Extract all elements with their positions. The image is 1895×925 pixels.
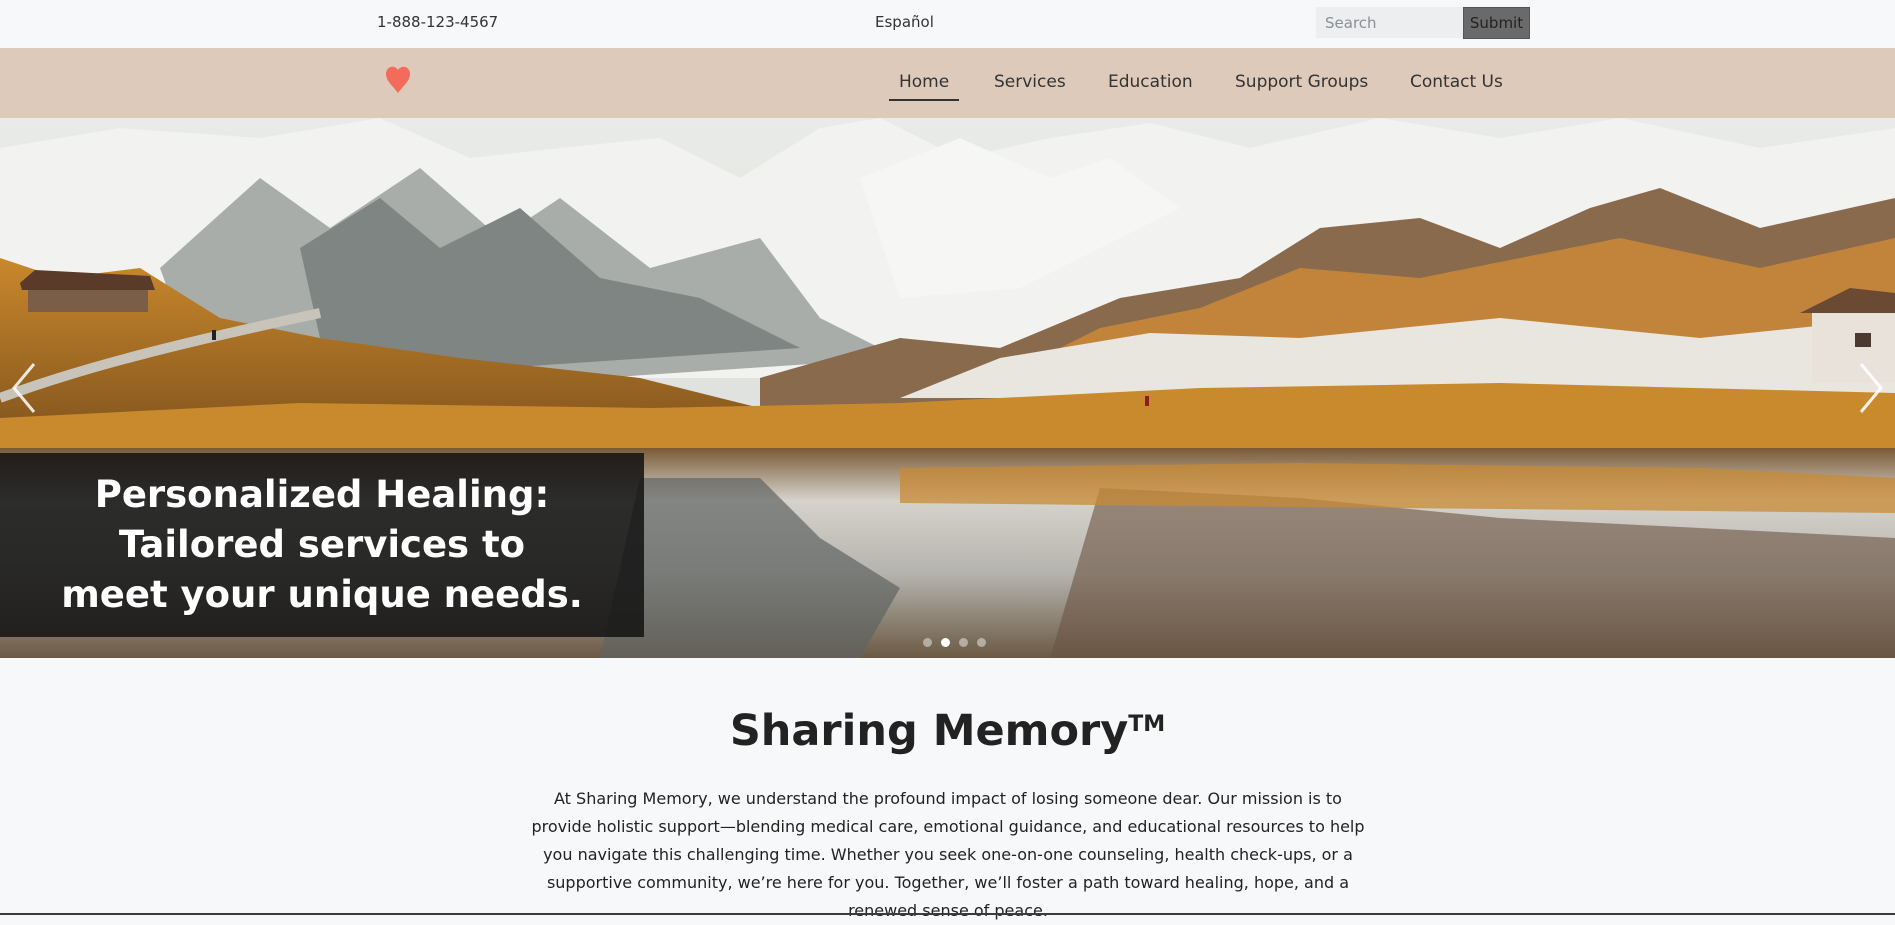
hero-caption: Personalized Healing: Tailored services … <box>0 453 644 637</box>
nav-item-contact-us[interactable]: Contact Us <box>1410 72 1503 92</box>
carousel-dot-active[interactable] <box>941 638 950 647</box>
hero-caption-text: Personalized Healing: Tailored services … <box>22 470 622 620</box>
chevron-left-icon[interactable] <box>8 358 42 418</box>
about-section: Sharing MemoryTM At Sharing Memory, we u… <box>0 658 1895 920</box>
heart-icon[interactable] <box>385 66 411 94</box>
about-title-text: Sharing Memory <box>729 706 1129 756</box>
nav-item-support-groups[interactable]: Support Groups <box>1235 72 1368 92</box>
hero-caption-line: Personalized Healing: <box>94 473 550 516</box>
carousel-dot[interactable] <box>977 638 986 647</box>
trademark-symbol: TM <box>1128 712 1166 737</box>
main-navbar: Home Services Education Support Groups C… <box>0 48 1895 118</box>
nav-item-services[interactable]: Services <box>994 72 1066 92</box>
hero-caption-line: meet your unique needs. <box>61 573 583 616</box>
hero-caption-line: Tailored services to <box>118 523 526 566</box>
carousel-dot[interactable] <box>923 638 932 647</box>
about-title: Sharing MemoryTM <box>0 706 1895 756</box>
carousel-dot[interactable] <box>959 638 968 647</box>
search-input[interactable] <box>1316 7 1464 38</box>
chevron-right-icon[interactable] <box>1853 358 1887 418</box>
about-description: At Sharing Memory, we understand the pro… <box>531 789 1365 920</box>
carousel-indicators <box>923 638 986 647</box>
nav-item-home[interactable]: Home <box>888 72 960 101</box>
language-link[interactable]: Español <box>875 13 934 31</box>
top-bar: 1-888-123-4567 Español Submit <box>0 0 1895 48</box>
submit-button[interactable]: Submit <box>1463 7 1530 39</box>
phone-number[interactable]: 1-888-123-4567 <box>377 13 498 31</box>
hero-carousel: Personalized Healing: Tailored services … <box>0 118 1895 658</box>
nav-item-education[interactable]: Education <box>1108 72 1193 92</box>
